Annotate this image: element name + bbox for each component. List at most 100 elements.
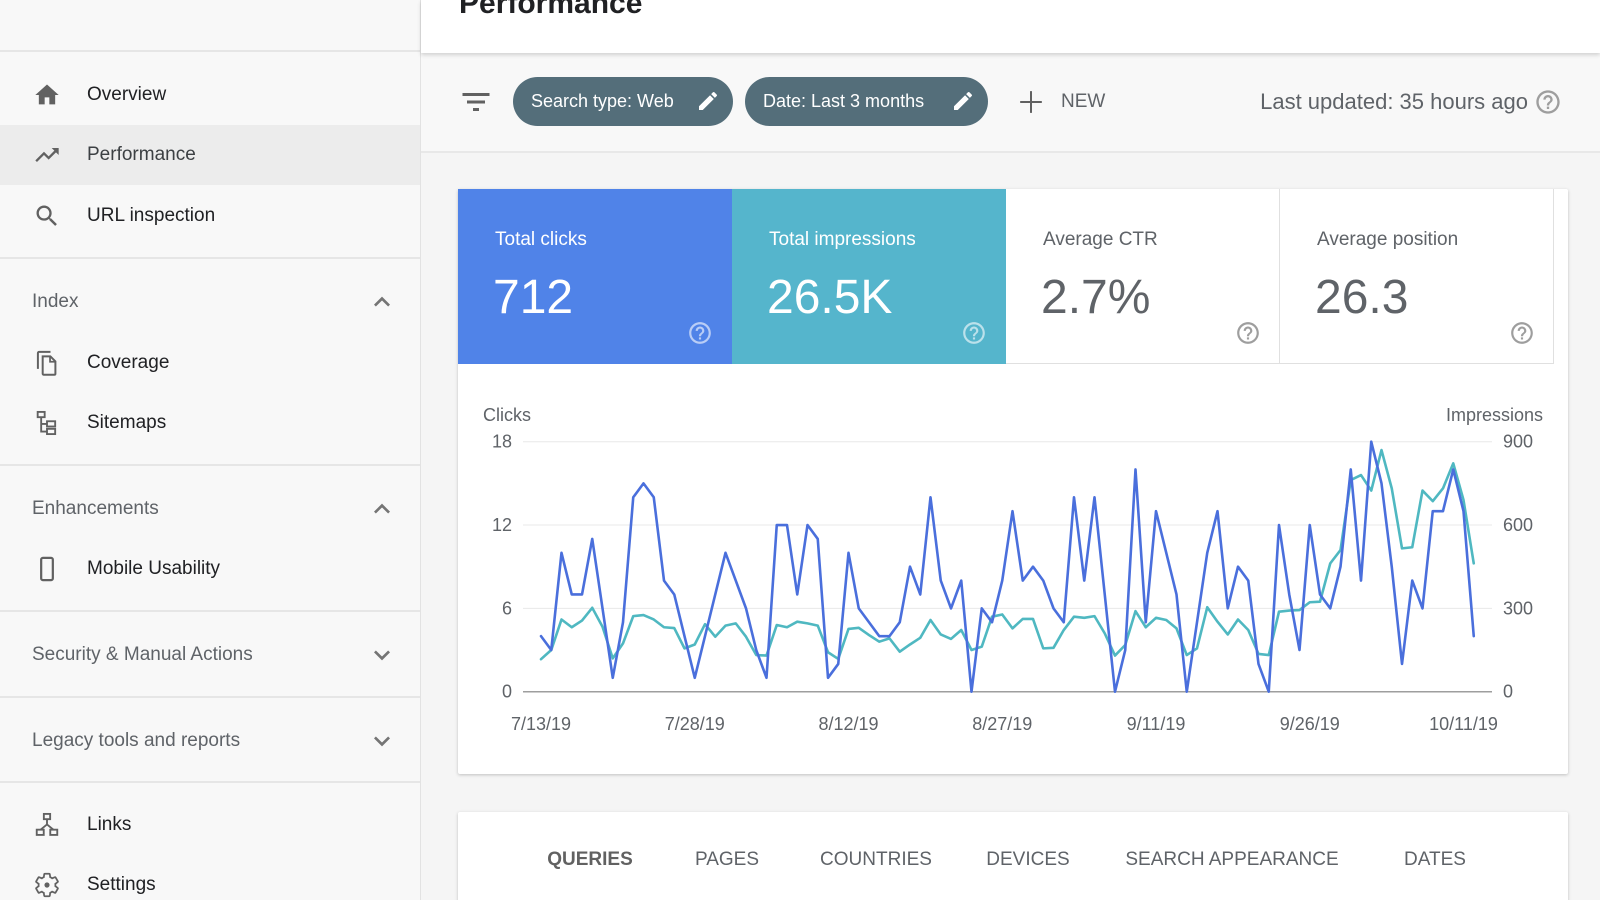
impressions-data-point bbox=[1000, 612, 1004, 616]
clicks-data-point bbox=[1359, 579, 1363, 583]
clicks-data-point bbox=[898, 620, 902, 624]
tab-search-appearance[interactable]: SEARCH APPEARANCE bbox=[1125, 848, 1338, 872]
help-icon[interactable] bbox=[961, 320, 987, 346]
clicks-data-point bbox=[1472, 634, 1476, 638]
x-tick-label: 7/13/19 bbox=[511, 714, 571, 734]
clicks-data-point bbox=[1000, 579, 1004, 583]
chevron-down-icon[interactable] bbox=[366, 639, 398, 671]
clicks-data-point bbox=[754, 648, 758, 652]
tab-pages[interactable]: PAGES bbox=[695, 848, 759, 872]
metric-label: Total impressions bbox=[769, 229, 916, 250]
date-filter-chip[interactable]: Date: Last 3 months bbox=[745, 77, 988, 126]
impressions-data-point bbox=[1041, 646, 1045, 650]
impressions-data-point bbox=[1164, 618, 1168, 622]
impressions-data-point bbox=[580, 619, 584, 623]
impressions-data-point bbox=[1400, 546, 1404, 550]
impressions-data-point bbox=[1205, 605, 1209, 609]
sidebar-divider bbox=[0, 781, 420, 783]
sidebar-section-legacy-tools[interactable]: Legacy tools and reports bbox=[0, 711, 420, 771]
clicks-data-point bbox=[1328, 606, 1332, 610]
sidebar-item-performance[interactable]: Performance bbox=[0, 125, 420, 185]
tab-devices[interactable]: DEVICES bbox=[986, 848, 1069, 872]
impressions-data-point bbox=[621, 641, 625, 645]
sidebar: Overview Performance URL inspection Inde… bbox=[0, 0, 421, 900]
clicks-data-point bbox=[1041, 579, 1045, 583]
sidebar-item-settings[interactable]: Settings bbox=[0, 855, 420, 900]
chevron-up-icon[interactable] bbox=[366, 286, 398, 318]
chevron-up-icon[interactable] bbox=[366, 493, 398, 525]
impressions-data-point bbox=[939, 632, 943, 636]
sidebar-divider bbox=[0, 257, 420, 259]
sidebar-item-sitemaps[interactable]: Sitemaps bbox=[0, 393, 420, 453]
clicks-data-point bbox=[775, 523, 779, 527]
links-icon bbox=[35, 812, 59, 836]
metric-card-average-ctr[interactable]: Average CTR 2.7% bbox=[1006, 189, 1280, 364]
sidebar-item-links[interactable]: Links bbox=[0, 795, 420, 855]
y-left-tick-label: 12 bbox=[492, 515, 512, 535]
sidebar-item-url-inspection[interactable]: URL inspection bbox=[0, 186, 420, 246]
impressions-data-point bbox=[1093, 614, 1097, 618]
metric-card-average-position[interactable]: Average position 26.3 bbox=[1280, 189, 1554, 364]
impressions-data-point bbox=[1144, 625, 1148, 629]
clicks-data-point bbox=[877, 634, 881, 638]
clicks-data-point bbox=[888, 634, 892, 638]
clicks-data-point bbox=[1462, 509, 1466, 513]
clicks-data-point bbox=[713, 592, 717, 596]
x-tick-label: 8/27/19 bbox=[972, 714, 1032, 734]
clicks-data-point bbox=[1246, 579, 1250, 583]
clicks-data-point bbox=[1021, 579, 1025, 583]
help-icon[interactable] bbox=[1509, 320, 1535, 346]
tab-queries[interactable]: QUERIES bbox=[547, 848, 633, 872]
metric-card-total-clicks[interactable]: Total clicks 712 bbox=[458, 189, 732, 364]
metric-card-total-impressions[interactable]: Total impressions 26.5K bbox=[732, 189, 1006, 364]
sidebar-section-security[interactable]: Security & Manual Actions bbox=[0, 625, 420, 685]
metric-value: 2.7% bbox=[1041, 271, 1151, 324]
chevron-down-icon[interactable] bbox=[366, 725, 398, 757]
clicks-data-point bbox=[836, 662, 840, 666]
impressions-data-point bbox=[795, 620, 799, 624]
impressions-data-point bbox=[539, 657, 543, 661]
performance-line-chart: Clicks Impressions 0 6 12 18 0 300 600 900 7/13/… bbox=[483, 405, 1543, 734]
search-type-filter-chip[interactable]: Search type: Web bbox=[513, 77, 733, 126]
clicks-data-point bbox=[683, 634, 687, 638]
clicks-data-point bbox=[1205, 551, 1209, 555]
x-tick-label: 8/12/19 bbox=[818, 714, 878, 734]
impressions-data-point bbox=[970, 648, 974, 652]
clicks-data-point bbox=[785, 523, 789, 527]
impressions-data-point bbox=[898, 650, 902, 654]
new-filter-button[interactable]: NEW bbox=[1011, 82, 1151, 122]
clicks-data-point bbox=[652, 495, 656, 499]
help-icon[interactable] bbox=[687, 320, 713, 346]
clicks-data-point bbox=[1277, 523, 1281, 527]
clicks-data-point bbox=[1421, 606, 1425, 610]
x-tick-label: 9/11/19 bbox=[1127, 714, 1186, 734]
impressions-data-point bbox=[713, 635, 717, 639]
filter-icon[interactable] bbox=[458, 84, 494, 120]
sitemap-icon bbox=[36, 410, 57, 436]
sidebar-item-mobile-usability[interactable]: Mobile Usability bbox=[0, 539, 420, 599]
impressions-data-point bbox=[642, 613, 646, 617]
impressions-data-point bbox=[1011, 626, 1015, 630]
sidebar-section-enhancements[interactable]: Enhancements bbox=[0, 479, 420, 539]
sidebar-item-label: Overview bbox=[87, 84, 167, 105]
clicks-data-point bbox=[1154, 509, 1158, 513]
sidebar-section-index[interactable]: Index bbox=[0, 272, 420, 332]
clicks-data-point bbox=[1257, 662, 1261, 666]
sidebar-item-label: Performance bbox=[87, 144, 196, 165]
clicks-data-point bbox=[1226, 606, 1230, 610]
clicks-data-point bbox=[1318, 592, 1322, 596]
help-icon[interactable] bbox=[1534, 88, 1562, 116]
sidebar-item-coverage[interactable]: Coverage bbox=[0, 333, 420, 393]
clicks-data-point bbox=[601, 606, 605, 610]
tab-dates[interactable]: DATES bbox=[1404, 848, 1466, 872]
help-icon[interactable] bbox=[1235, 320, 1261, 346]
impressions-data-point bbox=[1052, 646, 1056, 650]
sidebar-item-overview[interactable]: Overview bbox=[0, 65, 420, 125]
pencil-icon bbox=[699, 91, 718, 110]
coverage-icon bbox=[36, 350, 57, 376]
sidebar-divider bbox=[0, 50, 420, 52]
tab-countries[interactable]: COUNTRIES bbox=[820, 848, 932, 872]
sidebar-section-title: Index bbox=[32, 291, 79, 312]
impressions-data-point bbox=[1185, 653, 1189, 657]
clicks-data-point bbox=[1236, 565, 1240, 569]
